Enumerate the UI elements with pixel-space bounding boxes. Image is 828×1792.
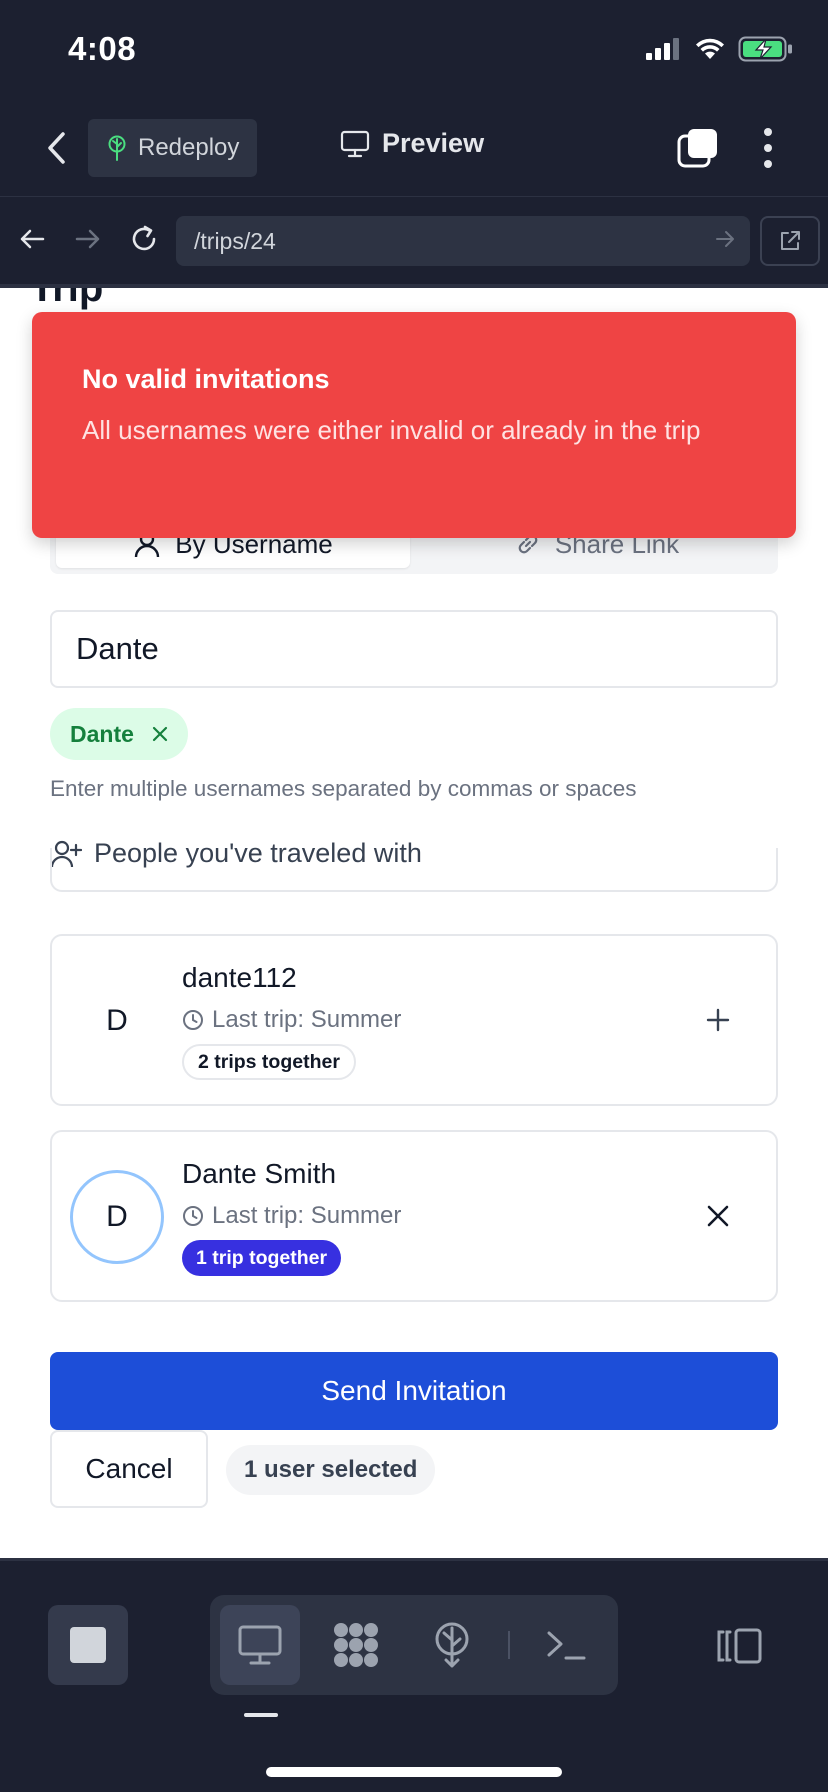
- chip-close-icon[interactable]: [152, 726, 168, 742]
- plus-icon: [706, 1008, 730, 1032]
- dock-divider: [508, 1631, 510, 1659]
- username-chip: Dante: [50, 708, 188, 760]
- scrolled-user-card: [50, 848, 778, 892]
- stop-button[interactable]: [48, 1605, 128, 1685]
- external-link-icon: [781, 231, 800, 250]
- arrow-left-icon: [20, 229, 45, 249]
- console-view-button[interactable]: [526, 1605, 606, 1685]
- preview-title[interactable]: Preview: [340, 128, 484, 159]
- terminal-icon: [547, 1631, 586, 1660]
- bottom-dock: [0, 1558, 828, 1792]
- error-toast[interactable]: No valid invitations All usernames were …: [32, 312, 796, 538]
- tabs-icon: [677, 129, 717, 168]
- go-arrow-icon[interactable]: [714, 228, 736, 250]
- remove-person-button[interactable]: [700, 1198, 736, 1234]
- wifi-icon: [696, 38, 724, 59]
- browser-url-row: /trips/24: [0, 196, 828, 284]
- active-view-indicator: [244, 1713, 278, 1717]
- status-icons: [646, 36, 794, 62]
- clock-icon: [183, 1206, 203, 1226]
- trips-together-badge: 2 trips together: [182, 1044, 356, 1080]
- avatar: D: [106, 1004, 128, 1037]
- last-trip: Last trip: Summer: [182, 1202, 401, 1230]
- preview-label: Preview: [382, 128, 485, 158]
- app-toolbar: Redeploy Preview: [0, 110, 828, 186]
- browser-forward-button[interactable]: [68, 219, 108, 259]
- toast-description: All usernames were either invalid or alr…: [82, 415, 701, 445]
- page-heading: Trip: [30, 284, 104, 310]
- more-dot-icon: [764, 144, 772, 152]
- toast-title: No valid invitations: [82, 364, 330, 394]
- deploy-tree-icon: [108, 135, 126, 161]
- monitor-icon: [340, 130, 370, 157]
- username-input[interactable]: [50, 610, 778, 688]
- cellular-signal-icon: [646, 38, 679, 60]
- more-dot-icon: [764, 128, 772, 136]
- deploy-view-button[interactable]: [412, 1605, 492, 1685]
- preview-view-button[interactable]: [220, 1605, 300, 1685]
- nodes-icon: [334, 1623, 378, 1667]
- stop-icon: [70, 1627, 106, 1663]
- last-trip-text: Last trip: Summer: [212, 1006, 402, 1033]
- helper-text: Enter multiple usernames separated by co…: [50, 776, 637, 801]
- send-invitation-button[interactable]: Send Invitation: [50, 1352, 778, 1430]
- close-icon: [707, 1205, 729, 1227]
- panel-icon: [717, 1628, 762, 1664]
- url-text: /trips/24: [194, 227, 276, 254]
- back-button[interactable]: [36, 128, 76, 168]
- reload-button[interactable]: [124, 219, 164, 259]
- url-field[interactable]: /trips/24: [176, 216, 750, 266]
- arrow-right-icon: [75, 229, 100, 249]
- more-dot-icon: [764, 160, 772, 168]
- tabs-button[interactable]: [676, 126, 720, 170]
- browser-back-button[interactable]: [12, 219, 52, 259]
- deploy-tree-icon: [435, 1622, 469, 1668]
- cancel-button[interactable]: Cancel: [50, 1430, 208, 1508]
- monitor-icon: [238, 1625, 282, 1665]
- open-external-button[interactable]: [760, 216, 820, 266]
- person-name: Dante Smith: [182, 1158, 337, 1189]
- home-indicator[interactable]: [266, 1767, 562, 1777]
- clock-icon: [183, 1010, 203, 1030]
- view-switcher: [210, 1595, 618, 1695]
- status-time: 4:08: [68, 30, 137, 67]
- status-bar: 4:08: [0, 0, 828, 96]
- reload-icon: [132, 225, 156, 251]
- person-card-selected[interactable]: D Dante Smith Last trip: Summer 1 trip t…: [50, 1130, 778, 1302]
- redeploy-label: Redeploy: [138, 134, 240, 161]
- panel-toggle-button[interactable]: [712, 1621, 768, 1671]
- redeploy-button[interactable]: Redeploy: [88, 119, 258, 177]
- last-trip-text: Last trip: Summer: [212, 1202, 402, 1229]
- chevron-left-icon: [48, 132, 65, 164]
- add-person-button[interactable]: [700, 1002, 736, 1038]
- username-chip-label: Dante: [70, 720, 134, 747]
- more-options-button[interactable]: [748, 124, 788, 172]
- person-card[interactable]: D dante112 Last trip: Summer 2 trips tog…: [50, 934, 778, 1106]
- last-trip: Last trip: Summer: [182, 1006, 401, 1034]
- battery-charging-icon: [738, 36, 792, 62]
- trips-together-badge: 1 trip together: [182, 1240, 342, 1276]
- workflow-view-button[interactable]: [316, 1605, 396, 1685]
- person-name: dante112: [182, 962, 297, 993]
- selected-count-badge: 1 user selected: [226, 1445, 436, 1495]
- avatar: D: [70, 1170, 164, 1264]
